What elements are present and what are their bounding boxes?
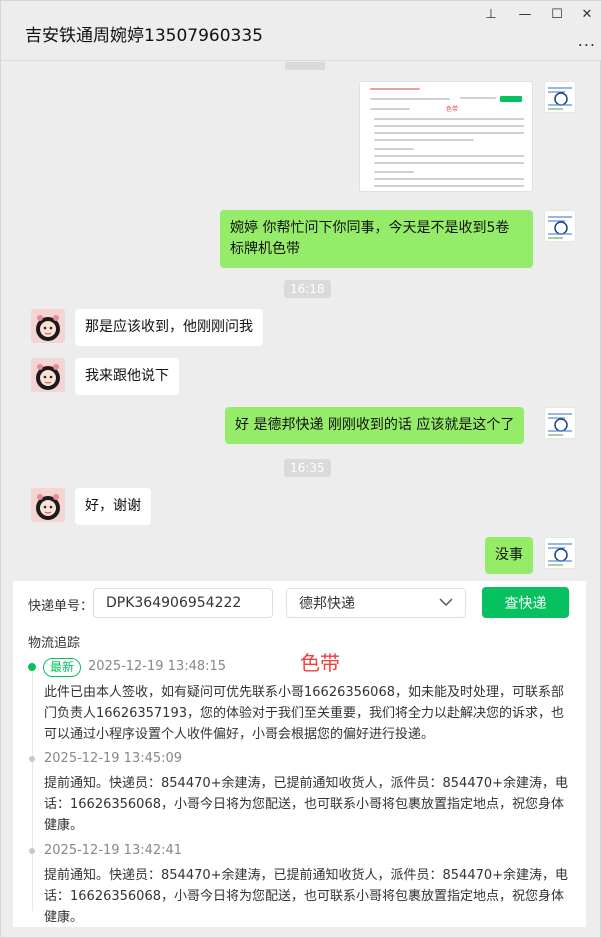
title-bar: 吉安铁通周婉婷13507960335 ⊥ — ☐ ✕ ...	[1, 1, 601, 61]
carrier-selected-value: 德邦快递	[299, 596, 355, 612]
contact-avatar[interactable]	[31, 309, 65, 343]
event-time: 2025-12-19 13:48:15	[88, 659, 227, 674]
my-avatar[interactable]	[544, 407, 576, 439]
event-time: 2025-12-19 13:42:41	[44, 843, 183, 858]
scrollbar-track[interactable]	[586, 581, 600, 937]
annotation-text: 色带	[300, 651, 340, 675]
event-description: 提前通知。快递员：854470+余建涛，已提前通知收货人，派件员：854470+…	[44, 868, 569, 925]
timeline-dot	[29, 756, 35, 762]
timeline-dot	[29, 848, 35, 854]
image-message[interactable]: 色带	[359, 81, 533, 192]
my-avatar[interactable]	[544, 81, 576, 113]
section-title: 物流追踪	[28, 636, 81, 651]
contact-avatar[interactable]	[31, 488, 65, 522]
query-express-button[interactable]: 查快递	[482, 587, 569, 618]
chevron-down-icon	[439, 595, 453, 611]
contact-avatar[interactable]	[31, 358, 65, 392]
event-description: 此件已由本人签收，如有疑问可优先联系小哥16626356068，如未能及时处理，…	[44, 685, 564, 742]
chat-title: 吉安铁通周婉婷13507960335	[25, 26, 263, 46]
event-description: 提前通知。快递员：854470+余建涛，已提前通知收货人，派件员：854470+…	[44, 776, 569, 833]
time-divider: 16:18	[284, 280, 331, 298]
message-bubble-outgoing[interactable]: 好 是德邦快递 刚刚收到的话 应该就是这个了	[225, 407, 525, 444]
chat-window: 吉安铁通周婉婷13507960335 ⊥ — ☐ ✕ ... 色带 婉婷 你帮忙…	[0, 0, 601, 938]
tracking-number-value: DPK364906954222	[106, 595, 242, 611]
my-avatar[interactable]	[544, 537, 576, 569]
message-bubble-outgoing[interactable]: 婉婷 你帮忙问下你同事，今天是不是收到5卷标牌机色带	[220, 210, 533, 268]
timeline-line	[32, 671, 33, 911]
message-list[interactable]: 色带 婉婷 你帮忙问下你同事，今天是不是收到5卷标牌机色带 16:18 那是应该…	[1, 62, 600, 582]
tracking-panel: 快递单号： DPK364906954222 德邦快递 查快递 物流追踪 色带 最…	[13, 581, 586, 927]
message-bubble-incoming[interactable]: 好，谢谢	[75, 488, 151, 525]
time-divider-faded	[285, 62, 325, 70]
close-icon[interactable]: ✕	[577, 7, 597, 22]
tracking-number-label: 快递单号：	[28, 599, 94, 614]
maximize-icon[interactable]: ☐	[547, 7, 567, 22]
tracking-number-input[interactable]: DPK364906954222	[93, 588, 273, 618]
latest-badge: 最新	[43, 658, 82, 677]
message-bubble-outgoing[interactable]: 没事	[485, 537, 533, 574]
more-options-icon[interactable]: ...	[578, 31, 596, 50]
message-bubble-incoming[interactable]: 那是应该收到，他刚刚问我	[75, 309, 263, 346]
event-time: 2025-12-19 13:45:09	[44, 751, 183, 766]
message-bubble-incoming[interactable]: 我来跟他说下	[75, 358, 179, 395]
time-divider: 16:35	[284, 459, 331, 477]
pin-icon[interactable]: ⊥	[481, 7, 501, 22]
minimize-icon[interactable]: —	[515, 7, 535, 22]
timeline-dot-active	[28, 663, 36, 671]
my-avatar[interactable]	[544, 210, 576, 242]
carrier-select[interactable]: 德邦快递	[286, 588, 466, 618]
image-red-label: 色带	[446, 106, 459, 113]
